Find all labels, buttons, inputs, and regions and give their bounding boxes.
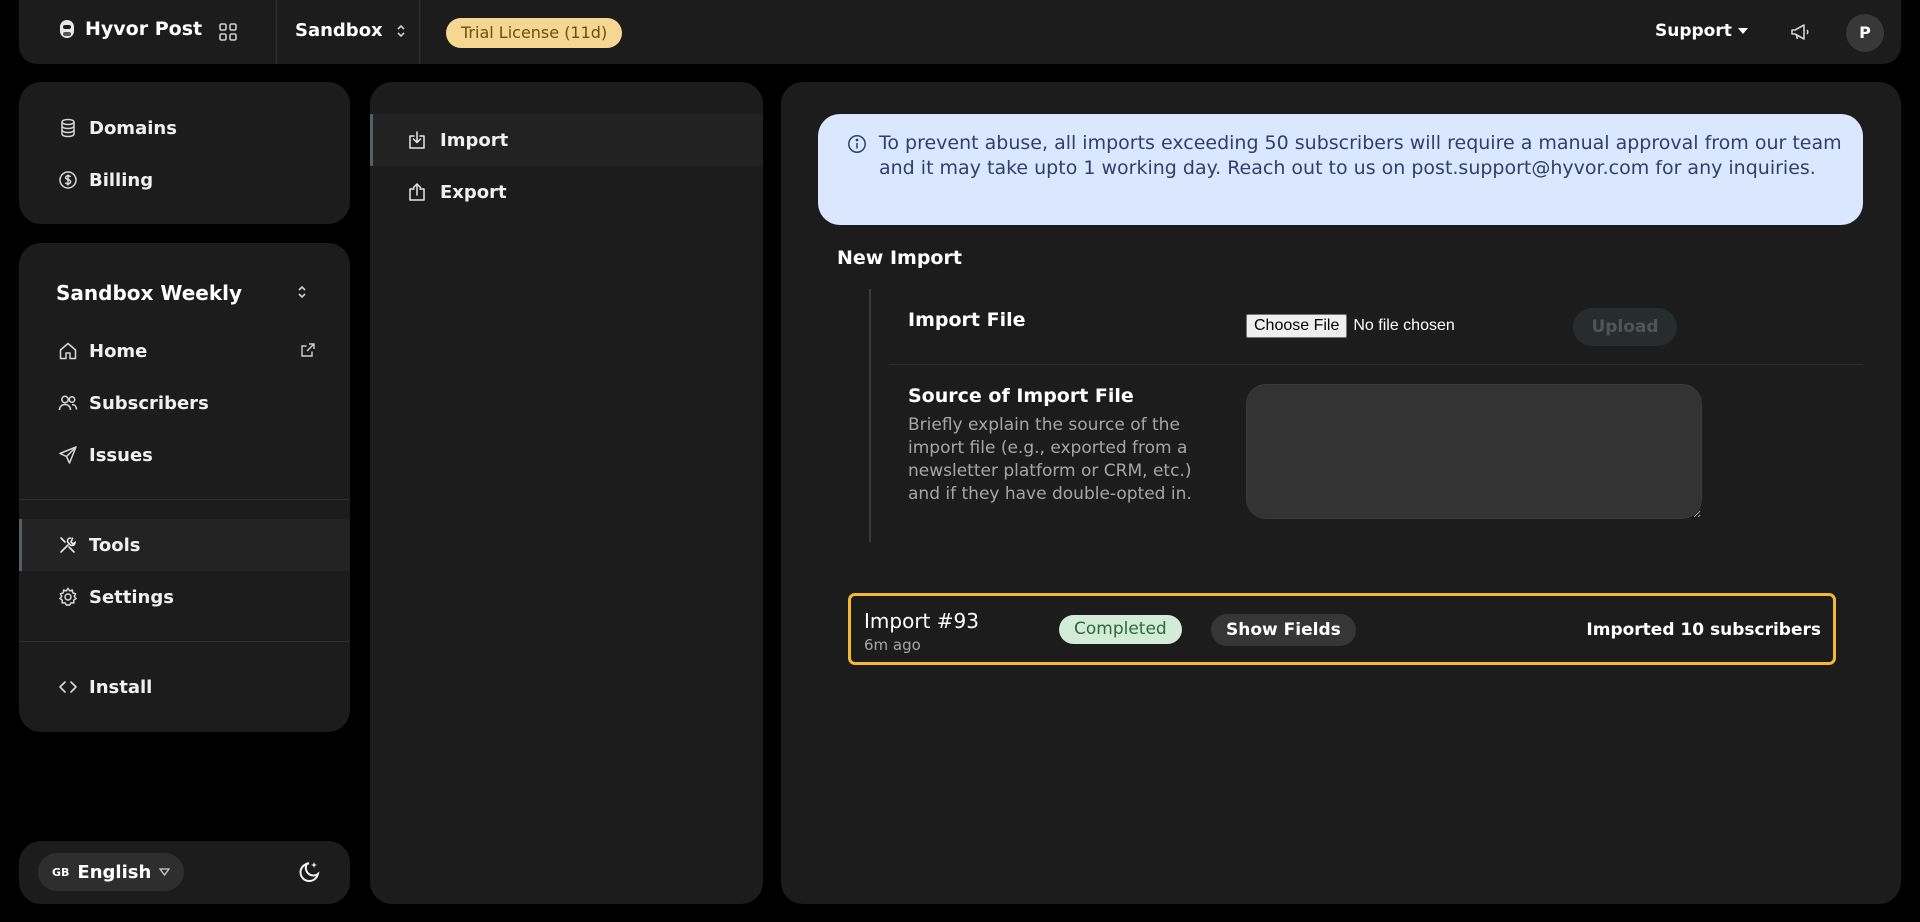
import-approval-notice: To prevent abuse, all imports exceeding …: [818, 114, 1863, 225]
sidebar-item-domains[interactable]: Domains: [19, 102, 350, 154]
newsletter-name: Sandbox Weekly: [56, 281, 243, 305]
no-file-chosen-text: No file chosen: [1353, 317, 1455, 334]
import-icon: [408, 130, 428, 150]
sidebar-item-label: Settings: [89, 586, 174, 608]
import-file-label: Import File: [908, 309, 1026, 331]
sidebar-item-label: Install: [89, 676, 153, 698]
language-label: English: [77, 861, 152, 883]
sidebar-item-settings[interactable]: Settings: [19, 571, 350, 623]
status-badge: Completed: [1059, 615, 1182, 644]
topbar-divider: [276, 0, 277, 64]
trial-license-badge[interactable]: Trial License (11d): [446, 18, 623, 48]
apps-grid-icon[interactable]: [218, 22, 238, 42]
dark-mode-toggle-icon[interactable]: [297, 860, 321, 884]
topbar-divider: [419, 0, 420, 64]
import-time: 6m ago: [864, 636, 921, 654]
sidebar-divider: [19, 641, 350, 642]
top-bar: Hyvor Post Sandbox Trial License (11d) S…: [19, 0, 1901, 64]
external-link-icon[interactable]: [300, 342, 316, 358]
sidebar-divider: [19, 499, 350, 500]
new-import-title: New Import: [837, 247, 962, 269]
app-name: Hyvor Post: [85, 18, 203, 40]
triangle-down-icon: [159, 868, 171, 876]
sidebar-item-label: Domains: [89, 117, 177, 139]
support-label: Support: [1655, 21, 1732, 41]
sidebar-item-label: Subscribers: [89, 392, 209, 414]
megaphone-icon[interactable]: [1789, 21, 1811, 43]
newsletter-nav-panel: Sandbox Weekly Home Subscribers Issues T…: [19, 243, 350, 732]
project-name: Sandbox: [295, 20, 383, 41]
dollar-circle-icon: [57, 169, 79, 191]
source-of-import-textarea[interactable]: [1246, 384, 1702, 519]
form-indent-line: [869, 289, 871, 542]
notice-text: To prevent abuse, all imports exceeding …: [879, 132, 1842, 179]
info-circle-icon: [847, 134, 867, 154]
sidebar-item-label: Home: [89, 340, 148, 362]
sidebar-item-label: Tools: [89, 534, 141, 556]
file-input[interactable]: Choose File No file chosen: [1246, 314, 1455, 338]
chevron-up-down-icon: [383, 23, 407, 39]
app-logo-link[interactable]: Hyvor Post: [59, 18, 202, 40]
sidebar-item-home[interactable]: Home: [19, 325, 350, 377]
import-main-panel: To prevent abuse, all imports exceeding …: [781, 82, 1901, 904]
tools-item-label: Import: [440, 129, 509, 151]
form-row-divider: [889, 364, 1863, 365]
tools-item-import[interactable]: Import: [370, 114, 763, 166]
tools-icon: [57, 534, 79, 556]
user-avatar[interactable]: P: [1846, 14, 1884, 52]
tools-item-label: Export: [440, 181, 507, 203]
sidebar-item-subscribers[interactable]: Subscribers: [19, 377, 350, 429]
source-of-import-label: Source of Import File: [908, 385, 1134, 407]
show-fields-button[interactable]: Show Fields: [1211, 614, 1356, 646]
language-selector[interactable]: GB English: [38, 853, 185, 891]
hyvor-logo-icon: [59, 18, 75, 40]
flag-gb-icon: GB: [52, 865, 70, 879]
tools-submenu-panel: Import Export: [370, 82, 763, 904]
upload-button[interactable]: Upload: [1573, 308, 1677, 346]
gear-icon: [57, 586, 79, 608]
users-icon: [57, 392, 79, 414]
database-icon: [57, 117, 79, 139]
preferences-panel: GB English: [19, 841, 350, 904]
sidebar-item-tools[interactable]: Tools: [19, 519, 350, 571]
account-nav-panel: Domains Billing: [19, 82, 350, 224]
sidebar-item-billing[interactable]: Billing: [19, 154, 350, 206]
project-switcher[interactable]: Sandbox: [295, 20, 407, 41]
import-history-item: Import #93 6m ago Completed Show Fields …: [848, 593, 1836, 665]
choose-file-button[interactable]: Choose File: [1246, 314, 1348, 338]
sidebar-item-install[interactable]: Install: [19, 661, 350, 713]
send-icon: [57, 444, 79, 466]
export-icon: [408, 182, 428, 202]
import-result: Imported 10 subscribers: [1586, 620, 1821, 640]
import-title: Import #93: [864, 609, 979, 633]
caret-down-icon: [1737, 28, 1748, 34]
support-menu-button[interactable]: Support: [1655, 21, 1748, 41]
tools-item-export[interactable]: Export: [370, 166, 763, 218]
source-of-import-description: Briefly explain the source of the import…: [908, 415, 1192, 504]
home-icon: [57, 340, 79, 362]
sidebar-item-issues[interactable]: Issues: [19, 429, 350, 481]
newsletter-switcher-icon[interactable]: [296, 284, 308, 300]
code-icon: [57, 676, 79, 698]
sidebar-item-label: Issues: [89, 444, 153, 466]
sidebar-item-label: Billing: [89, 169, 154, 191]
